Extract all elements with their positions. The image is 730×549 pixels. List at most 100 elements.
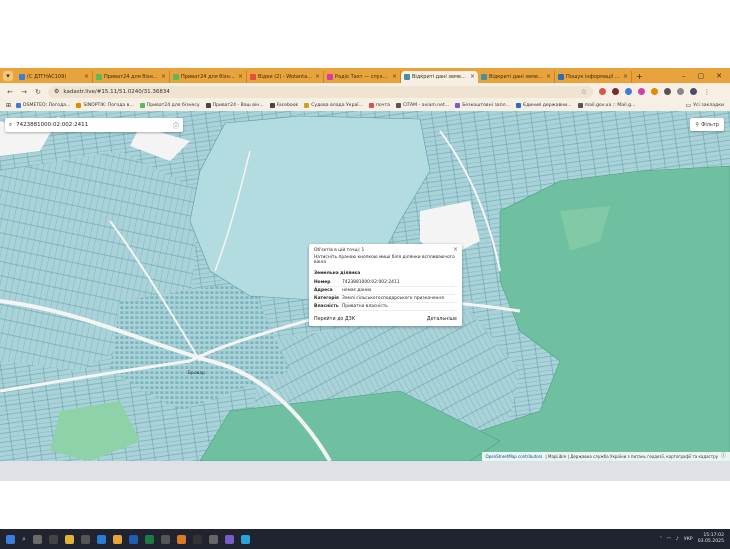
attribute-value: немає даних — [342, 287, 457, 295]
speaker-icon[interactable]: ♪ — [676, 537, 679, 542]
bookmark-item[interactable]: CITAM - aviam.net... — [396, 103, 449, 108]
bookmark-item[interactable]: Єдиний державни... — [516, 103, 572, 108]
tab-title: Приват24 для бізнесу — [181, 71, 236, 83]
telegram-icon[interactable] — [241, 535, 250, 544]
store-icon[interactable] — [97, 535, 106, 544]
task-view-icon[interactable] — [33, 535, 42, 544]
popup-actions: Перейти до ДЗК Детальніше — [314, 317, 457, 322]
bookmark-item[interactable]: DSMETEO: Погода... — [16, 103, 70, 108]
browser-tab[interactable]: Відкриті дані земельно× — [401, 71, 478, 83]
browser-menu-icon[interactable]: ⋮ — [703, 88, 711, 96]
all-bookmarks-button[interactable]: ▭ Усі закладки — [686, 102, 724, 109]
attribute-key: Категорія — [314, 295, 342, 303]
extension-icon[interactable] — [651, 88, 658, 95]
profile-avatar[interactable] — [690, 88, 697, 95]
bookmark-item[interactable]: Судова влада Украї... — [304, 103, 363, 108]
address-bar[interactable]: ⚙ kadastr.live/#15.11/51.0240/31.36834 ☆ — [48, 86, 593, 98]
app-icon[interactable] — [81, 535, 90, 544]
widgets-icon[interactable] — [49, 535, 58, 544]
file-explorer-icon[interactable] — [65, 535, 74, 544]
back-icon[interactable]: ← — [6, 88, 14, 96]
app-icon[interactable] — [193, 535, 202, 544]
details-link[interactable]: Детальніше — [427, 317, 457, 322]
excel-icon[interactable] — [145, 535, 154, 544]
bookmark-item[interactable]: Приват24 - Ваш він... — [206, 103, 264, 108]
osm-attribution-link[interactable]: OpenStreetMap contributors — [486, 452, 543, 461]
tab-close-icon[interactable]: × — [315, 71, 320, 83]
apps-grid-icon[interactable]: ⊞ — [6, 102, 11, 109]
clock-date: 03.05.2025 — [698, 539, 724, 545]
chrome-icon[interactable] — [113, 535, 122, 544]
bookmark-item[interactable]: Безкоштовні запл... — [455, 103, 510, 108]
filter-button[interactable]: ⚲ Фільтр — [690, 118, 724, 131]
new-tab-button[interactable]: + — [636, 72, 643, 81]
cadastral-map[interactable]: Бровар ⌕ 7423881000:02:002:2411 ⓘ ⚲ Філь… — [0, 111, 730, 461]
windows-taskbar: ⌕ ˄ ◠ ♪ УКР 15:17:02 03.05.2025 — [0, 529, 730, 549]
extension-icon[interactable] — [612, 88, 619, 95]
extension-icon[interactable] — [625, 88, 632, 95]
downloads-icon[interactable] — [677, 88, 684, 95]
tab-close-icon[interactable]: × — [392, 71, 397, 83]
search-input[interactable]: 7423881000:02:002:2411 — [16, 122, 88, 128]
bookmark-item[interactable]: почта — [369, 103, 390, 108]
tab-close-icon[interactable]: × — [161, 71, 166, 83]
browser-tab[interactable]: Радіо Тахт — слухати× — [324, 71, 401, 83]
attribution-info-icon[interactable]: ⓘ — [721, 452, 726, 461]
tab-close-icon[interactable]: × — [84, 71, 89, 83]
attribute-key: Адреса — [314, 287, 342, 295]
browser-tab[interactable]: Відеи (2) - Wotantaxi(1)× — [247, 71, 324, 83]
app-icon[interactable] — [177, 535, 186, 544]
word-icon[interactable] — [129, 535, 138, 544]
attribute-key: Номер — [314, 279, 342, 287]
tab-favicon-icon — [481, 74, 487, 80]
objects-count: Об'єктів в цій точці: 1 — [314, 248, 457, 253]
bookmark-item[interactable]: Приват24 для бізнесу — [140, 103, 200, 108]
maximize-icon[interactable]: ▢ — [698, 72, 705, 80]
minimize-icon[interactable]: – — [682, 72, 686, 80]
attribute-row: ВласністьПриватна власність — [314, 303, 457, 311]
bookmark-item[interactable]: SINOPTIK: Погода в... — [76, 103, 133, 108]
search-icon[interactable]: ⌕ — [22, 535, 26, 544]
extension-icon[interactable] — [599, 88, 606, 95]
tab-title: Відкриті дані земельно — [412, 71, 468, 83]
tab-title: Пошук інформації - E.u — [566, 71, 621, 83]
site-info-icon[interactable]: ⚙ — [54, 88, 59, 95]
network-icon[interactable]: ◠ — [667, 537, 671, 542]
app-icon[interactable] — [161, 535, 170, 544]
browser-tab[interactable]: Приват24 для бізнесу× — [170, 71, 247, 83]
tab-close-icon[interactable]: × — [623, 71, 628, 83]
info-icon[interactable]: ⓘ — [173, 121, 179, 130]
clock[interactable]: 15:17:02 03.05.2025 — [698, 533, 724, 545]
browser-tab[interactable]: (С ДТГНАС109)× — [16, 71, 93, 83]
go-to-dzk-link[interactable]: Перейти до ДЗК — [314, 317, 355, 322]
language-indicator[interactable]: УКР — [684, 537, 693, 542]
browser-tab[interactable]: Приват24 для бізнесу× — [93, 71, 170, 83]
tab-title: (С ДТГНАС109) — [27, 71, 82, 83]
bookmark-favicon-icon — [369, 103, 374, 108]
browser-tab[interactable]: Відкриті дані земельно× — [478, 71, 555, 83]
attribute-row: КатегоріяЗемлі сільськогосподарського пр… — [314, 295, 457, 303]
popup-section-title: Земельна ділянка — [314, 271, 457, 276]
bookmark-item[interactable]: Facebook — [270, 103, 299, 108]
tab-close-icon[interactable]: × — [470, 71, 475, 83]
tab-close-icon[interactable]: × — [238, 71, 243, 83]
tab-close-icon[interactable]: × — [546, 71, 551, 83]
attribute-row: Номер7423881000:02:002:2411 — [314, 279, 457, 287]
forward-icon[interactable]: → — [20, 88, 28, 96]
close-icon[interactable]: × — [453, 246, 458, 253]
screenshot-frame: ▾ (С ДТГНАС109)×Приват24 для бізнесу×При… — [0, 68, 730, 481]
reload-icon[interactable]: ↻ — [34, 88, 42, 96]
extensions-puzzle-icon[interactable] — [664, 88, 671, 95]
chevron-up-icon[interactable]: ˄ — [660, 537, 662, 542]
close-window-icon[interactable]: ✕ — [716, 72, 722, 80]
extension-icon[interactable] — [638, 88, 645, 95]
cadastral-search-box[interactable]: ⌕ 7423881000:02:002:2411 ⓘ — [5, 118, 183, 132]
start-icon[interactable] — [6, 535, 15, 544]
bookmark-favicon-icon — [455, 103, 460, 108]
viber-icon[interactable] — [225, 535, 234, 544]
bookmark-star-icon[interactable]: ☆ — [581, 88, 587, 96]
tab-search-icon[interactable]: ▾ — [3, 71, 13, 81]
browser-tab[interactable]: Пошук інформації - E.u× — [555, 71, 632, 83]
app-icon[interactable] — [209, 535, 218, 544]
bookmark-item[interactable]: mail.gov.ua :: Mail.g... — [578, 103, 636, 108]
